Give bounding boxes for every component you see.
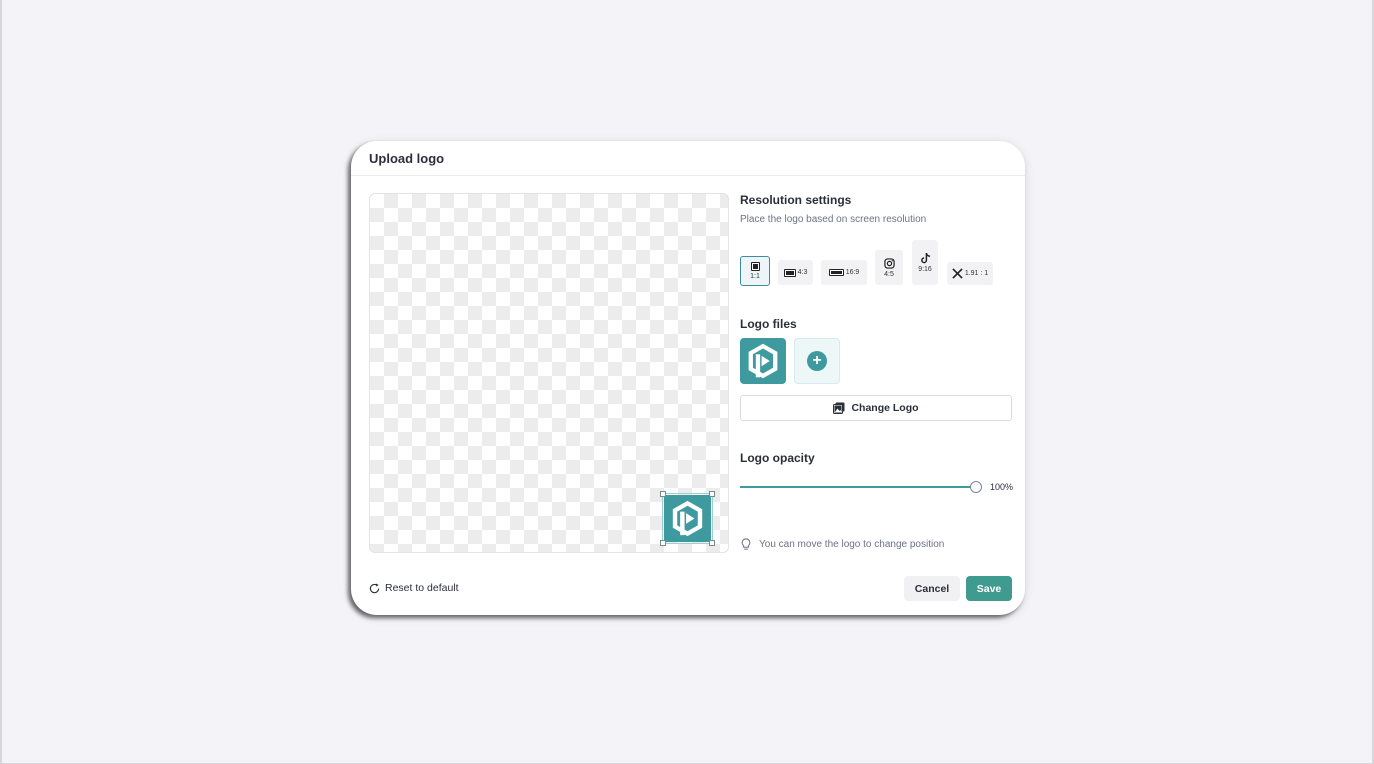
cancel-button[interactable]: Cancel — [904, 576, 960, 601]
change-logo-label: Change Logo — [851, 402, 919, 414]
ratio-option-1-1[interactable]: 1:1 — [740, 256, 770, 286]
logo-files-title: Logo files — [740, 317, 797, 331]
add-logo-button[interactable]: + — [794, 338, 840, 384]
ratio-option-9-16[interactable]: 9:16 — [912, 240, 938, 285]
resize-handle-top-left[interactable] — [660, 491, 666, 497]
ratio-label: 4:3 — [797, 269, 808, 276]
save-button[interactable]: Save — [966, 576, 1012, 601]
lightbulb-icon — [741, 538, 751, 550]
settings-panel: Resolution settings Place the logo based… — [740, 193, 1013, 550]
resolution-subtitle: Place the logo based on screen resolutio… — [740, 214, 927, 225]
draggable-logo[interactable] — [660, 491, 715, 546]
x-twitter-icon — [952, 268, 963, 279]
logo-files-section: Logo files + — [740, 317, 840, 384]
ratio-option-4-3[interactable]: 4:3 — [778, 260, 813, 285]
opacity-slider[interactable] — [740, 481, 982, 493]
opacity-value: 100% — [990, 482, 1014, 492]
logo-image — [664, 495, 711, 542]
modal-header: Upload logo — [351, 141, 1025, 176]
modal-title: Upload logo — [369, 151, 445, 166]
ratio-option-4-5[interactable]: 4:5 — [875, 250, 903, 285]
resize-handle-top-right[interactable] — [709, 491, 715, 497]
change-logo-button[interactable]: Change Logo — [740, 395, 1012, 421]
plus-icon: + — [807, 351, 827, 371]
ratio-label: 16:9 — [845, 269, 860, 276]
ratio-label: 1.91 : 1 — [964, 270, 989, 277]
instagram-icon — [883, 257, 895, 269]
ratio-option-16-9[interactable]: 16:9 — [821, 260, 867, 285]
logo-thumbnail-image — [748, 343, 778, 379]
position-hint: You can move the logo to change position — [740, 538, 944, 551]
ratio-label: 9:16 — [918, 266, 932, 273]
ratio-label: 1:1 — [750, 273, 760, 280]
upload-logo-modal: Upload logo Resolution settings Place th… — [351, 141, 1025, 615]
widescreen-icon — [828, 269, 844, 276]
hint-text: You can move the logo to change position — [759, 539, 945, 550]
reset-label: Reset to default — [385, 582, 459, 594]
resolution-title: Resolution settings — [740, 193, 852, 207]
resolution-options: 1:1 4:3 16:9 4:5 9:16 1.91: 1 — [740, 240, 1012, 286]
landscape-icon — [783, 268, 796, 277]
opacity-title: Logo opacity — [740, 451, 815, 465]
image-icon — [833, 402, 845, 414]
ratio-option-1-91-1[interactable]: 1.91 : 1 — [947, 262, 993, 285]
square-icon — [750, 262, 760, 271]
resize-handle-bottom-right[interactable] — [709, 540, 715, 546]
ratio-label: 4:5 — [884, 270, 894, 278]
opacity-section: Logo opacity 100% — [740, 451, 1013, 493]
reset-icon — [369, 582, 380, 593]
resize-handle-bottom-left[interactable] — [660, 540, 666, 546]
slider-fill — [740, 486, 976, 488]
tiktok-icon — [920, 252, 930, 264]
logo-thumbnail[interactable] — [740, 338, 786, 384]
slider-thumb[interactable] — [970, 481, 982, 493]
preview-canvas — [369, 193, 729, 553]
reset-to-default-button[interactable]: Reset to default — [369, 582, 459, 594]
